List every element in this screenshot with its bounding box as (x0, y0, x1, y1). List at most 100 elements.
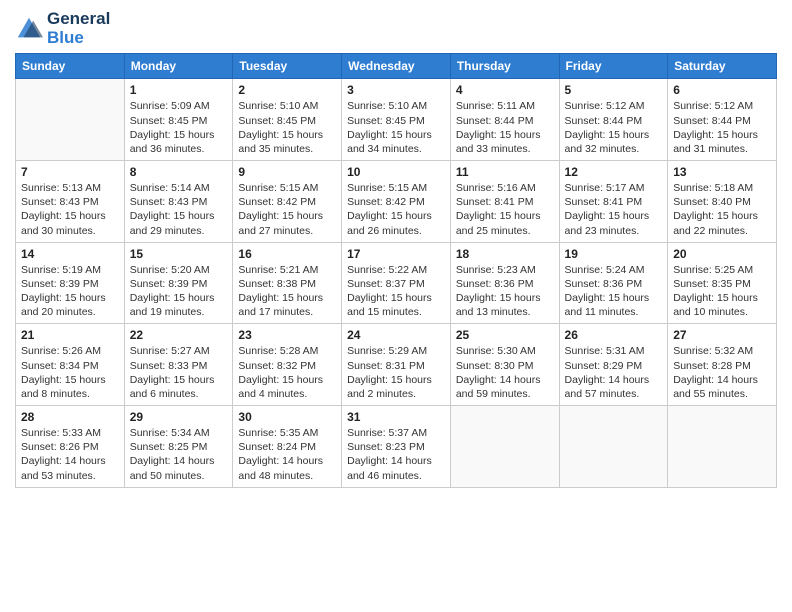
calendar-cell: 4 Sunrise: 5:11 AM Sunset: 8:44 PM Daylig… (450, 79, 559, 161)
day-info: Sunrise: 5:21 AM Sunset: 8:38 PM Dayligh… (238, 263, 336, 320)
day-info: Sunrise: 5:29 AM Sunset: 8:31 PM Dayligh… (347, 344, 445, 401)
calendar-cell: 12 Sunrise: 5:17 AM Sunset: 8:41 PM Dayli… (559, 161, 668, 243)
day-number: 20 (673, 247, 771, 261)
calendar-week-row: 14Sunrise: 5:19 AM Sunset: 8:39 PM Dayli… (16, 242, 777, 324)
calendar-cell: 18 Sunrise: 5:23 AM Sunset: 8:36 PM Dayli… (450, 242, 559, 324)
day-info: Sunrise: 5:22 AM Sunset: 8:37 PM Dayligh… (347, 263, 445, 320)
day-info: Sunrise: 5:31 AM Sunset: 8:29 PM Dayligh… (565, 344, 663, 401)
calendar-header-row: SundayMondayTuesdayWednesdayThursdayFrid… (16, 54, 777, 79)
calendar-day-header: Tuesday (233, 54, 342, 79)
day-number: 30 (238, 410, 336, 424)
calendar-cell: 13Sunrise: 5:18 AM Sunset: 8:40 PM Dayli… (668, 161, 777, 243)
day-info: Sunrise: 5:33 AM Sunset: 8:26 PM Dayligh… (21, 426, 119, 483)
calendar-week-row: 1 Sunrise: 5:09 AM Sunset: 8:45 PM Daylig… (16, 79, 777, 161)
calendar-day-header: Monday (124, 54, 233, 79)
calendar-cell (16, 79, 125, 161)
day-info: Sunrise: 5:09 AM Sunset: 8:45 PM Dayligh… (130, 99, 228, 156)
day-info: Sunrise: 5:23 AM Sunset: 8:36 PM Dayligh… (456, 263, 554, 320)
day-number: 2 (238, 83, 336, 97)
day-info: Sunrise: 5:15 AM Sunset: 8:42 PM Dayligh… (347, 181, 445, 238)
calendar-cell: 1 Sunrise: 5:09 AM Sunset: 8:45 PM Daylig… (124, 79, 233, 161)
calendar-cell: 19 Sunrise: 5:24 AM Sunset: 8:36 PM Dayli… (559, 242, 668, 324)
calendar-day-header: Saturday (668, 54, 777, 79)
day-info: Sunrise: 5:26 AM Sunset: 8:34 PM Dayligh… (21, 344, 119, 401)
day-number: 22 (130, 328, 228, 342)
calendar-cell: 9 Sunrise: 5:15 AM Sunset: 8:42 PM Daylig… (233, 161, 342, 243)
day-number: 17 (347, 247, 445, 261)
day-info: Sunrise: 5:17 AM Sunset: 8:41 PM Dayligh… (565, 181, 663, 238)
day-number: 9 (238, 165, 336, 179)
logo-text-line2: Blue (47, 29, 110, 48)
page: General Blue SundayMondayTuesdayWednesda… (0, 0, 792, 612)
day-number: 15 (130, 247, 228, 261)
day-info: Sunrise: 5:12 AM Sunset: 8:44 PM Dayligh… (565, 99, 663, 156)
day-info: Sunrise: 5:10 AM Sunset: 8:45 PM Dayligh… (347, 99, 445, 156)
day-info: Sunrise: 5:14 AM Sunset: 8:43 PM Dayligh… (130, 181, 228, 238)
day-number: 10 (347, 165, 445, 179)
calendar-cell (559, 406, 668, 488)
calendar-week-row: 28 Sunrise: 5:33 AM Sunset: 8:26 PM Dayli… (16, 406, 777, 488)
calendar-day-header: Sunday (16, 54, 125, 79)
day-info: Sunrise: 5:11 AM Sunset: 8:44 PM Dayligh… (456, 99, 554, 156)
calendar-cell: 25Sunrise: 5:30 AM Sunset: 8:30 PM Dayli… (450, 324, 559, 406)
day-number: 25 (456, 328, 554, 342)
day-info: Sunrise: 5:27 AM Sunset: 8:33 PM Dayligh… (130, 344, 228, 401)
day-number: 3 (347, 83, 445, 97)
day-info: Sunrise: 5:10 AM Sunset: 8:45 PM Dayligh… (238, 99, 336, 156)
day-number: 16 (238, 247, 336, 261)
day-info: Sunrise: 5:34 AM Sunset: 8:25 PM Dayligh… (130, 426, 228, 483)
day-info: Sunrise: 5:12 AM Sunset: 8:44 PM Dayligh… (673, 99, 771, 156)
day-number: 18 (456, 247, 554, 261)
calendar-cell: 23Sunrise: 5:28 AM Sunset: 8:32 PM Dayli… (233, 324, 342, 406)
calendar-cell: 15Sunrise: 5:20 AM Sunset: 8:39 PM Dayli… (124, 242, 233, 324)
logo-icon (15, 15, 43, 43)
calendar-cell: 31 Sunrise: 5:37 AM Sunset: 8:23 PM Dayli… (342, 406, 451, 488)
calendar-table: SundayMondayTuesdayWednesdayThursdayFrid… (15, 53, 777, 487)
calendar-cell: 27 Sunrise: 5:32 AM Sunset: 8:28 PM Dayli… (668, 324, 777, 406)
calendar-cell: 26 Sunrise: 5:31 AM Sunset: 8:29 PM Dayli… (559, 324, 668, 406)
calendar-cell: 29 Sunrise: 5:34 AM Sunset: 8:25 PM Dayli… (124, 406, 233, 488)
calendar-cell: 6 Sunrise: 5:12 AM Sunset: 8:44 PM Daylig… (668, 79, 777, 161)
day-info: Sunrise: 5:28 AM Sunset: 8:32 PM Dayligh… (238, 344, 336, 401)
calendar-cell: 10 Sunrise: 5:15 AM Sunset: 8:42 PM Dayli… (342, 161, 451, 243)
calendar-cell: 5 Sunrise: 5:12 AM Sunset: 8:44 PM Daylig… (559, 79, 668, 161)
day-info: Sunrise: 5:13 AM Sunset: 8:43 PM Dayligh… (21, 181, 119, 238)
calendar-day-header: Friday (559, 54, 668, 79)
day-number: 1 (130, 83, 228, 97)
calendar-cell: 8Sunrise: 5:14 AM Sunset: 8:43 PM Daylig… (124, 161, 233, 243)
day-info: Sunrise: 5:25 AM Sunset: 8:35 PM Dayligh… (673, 263, 771, 320)
day-number: 7 (21, 165, 119, 179)
day-number: 31 (347, 410, 445, 424)
calendar-cell: 24 Sunrise: 5:29 AM Sunset: 8:31 PM Dayli… (342, 324, 451, 406)
day-number: 5 (565, 83, 663, 97)
day-number: 27 (673, 328, 771, 342)
calendar-cell: 22 Sunrise: 5:27 AM Sunset: 8:33 PM Dayli… (124, 324, 233, 406)
day-number: 24 (347, 328, 445, 342)
calendar-cell: 2 Sunrise: 5:10 AM Sunset: 8:45 PM Daylig… (233, 79, 342, 161)
day-info: Sunrise: 5:32 AM Sunset: 8:28 PM Dayligh… (673, 344, 771, 401)
calendar-cell: 20 Sunrise: 5:25 AM Sunset: 8:35 PM Dayli… (668, 242, 777, 324)
day-info: Sunrise: 5:37 AM Sunset: 8:23 PM Dayligh… (347, 426, 445, 483)
day-number: 11 (456, 165, 554, 179)
calendar-cell: 11Sunrise: 5:16 AM Sunset: 8:41 PM Dayli… (450, 161, 559, 243)
day-number: 26 (565, 328, 663, 342)
calendar-cell: 17 Sunrise: 5:22 AM Sunset: 8:37 PM Dayli… (342, 242, 451, 324)
day-number: 29 (130, 410, 228, 424)
day-info: Sunrise: 5:24 AM Sunset: 8:36 PM Dayligh… (565, 263, 663, 320)
calendar-cell: 16 Sunrise: 5:21 AM Sunset: 8:38 PM Dayli… (233, 242, 342, 324)
day-number: 21 (21, 328, 119, 342)
day-number: 4 (456, 83, 554, 97)
day-info: Sunrise: 5:35 AM Sunset: 8:24 PM Dayligh… (238, 426, 336, 483)
calendar-day-header: Wednesday (342, 54, 451, 79)
day-number: 28 (21, 410, 119, 424)
day-number: 19 (565, 247, 663, 261)
calendar-cell: 7 Sunrise: 5:13 AM Sunset: 8:43 PM Daylig… (16, 161, 125, 243)
calendar-cell: 3 Sunrise: 5:10 AM Sunset: 8:45 PM Daylig… (342, 79, 451, 161)
day-number: 12 (565, 165, 663, 179)
calendar-cell (668, 406, 777, 488)
logo: General Blue (15, 10, 110, 47)
calendar-cell: 28 Sunrise: 5:33 AM Sunset: 8:26 PM Dayli… (16, 406, 125, 488)
day-info: Sunrise: 5:15 AM Sunset: 8:42 PM Dayligh… (238, 181, 336, 238)
day-number: 13 (673, 165, 771, 179)
day-number: 6 (673, 83, 771, 97)
